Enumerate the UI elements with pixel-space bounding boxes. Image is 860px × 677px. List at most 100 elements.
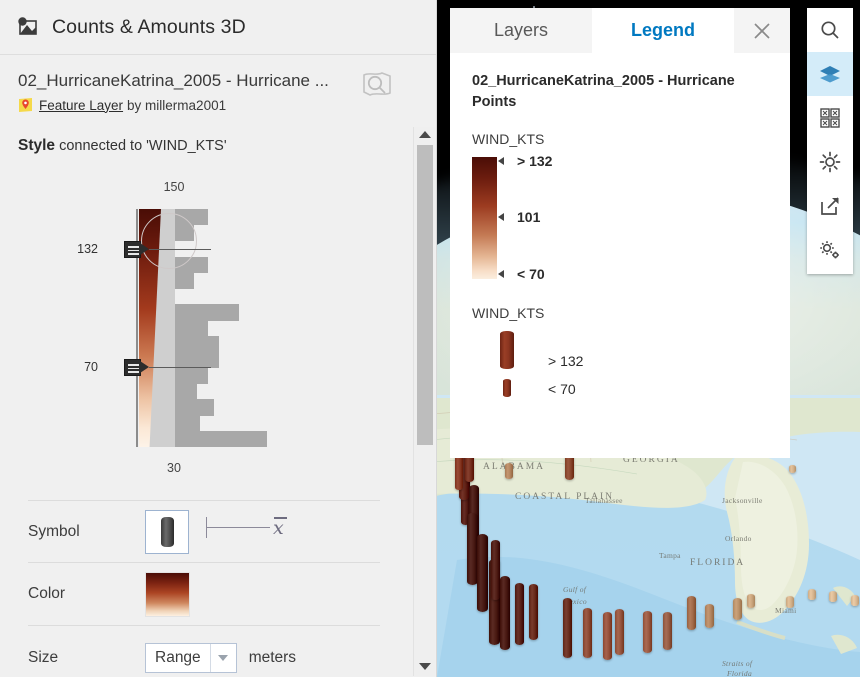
symbol-swatch-button[interactable] <box>145 509 189 554</box>
map-label: Jacksonville <box>722 496 763 505</box>
map-pin-icon <box>18 97 33 113</box>
wedge-circle-guide <box>141 213 197 269</box>
hurricane-point-symbol <box>789 465 796 473</box>
style-property-rows: Symbol Color Size Range meters <box>0 500 410 677</box>
size-units-label: meters <box>248 648 297 666</box>
basemap-tool[interactable] <box>807 96 853 140</box>
hurricane-point-symbol <box>829 591 837 602</box>
legend-color-ramp <box>472 157 497 280</box>
style-panel: Counts & Amounts 3D 02_HurricaneKatrina_… <box>0 0 437 677</box>
slider-handle-lower-leader <box>149 367 211 369</box>
hurricane-point-symbol <box>733 598 742 620</box>
legend-section-size: WIND_KTS > 132 < 70 <box>472 305 770 398</box>
cylinder-icon <box>160 516 174 547</box>
legend-field-name-color: WIND_KTS <box>472 131 545 148</box>
histogram-bar <box>175 320 209 337</box>
legend-stop-low: < 70 <box>517 266 545 283</box>
histogram-min-label: 30 <box>167 461 181 475</box>
share-tool[interactable] <box>807 184 853 228</box>
chevron-down-icon[interactable] <box>209 643 236 672</box>
style-connection-line: Style connected to 'WIND_KTS' <box>0 113 436 155</box>
hurricane-point-symbol <box>687 596 696 630</box>
layer-type-link[interactable]: Feature Layer <box>39 98 123 113</box>
map-label: ALABAMA <box>483 462 546 472</box>
histogram-bar <box>175 415 201 432</box>
slider-handle-lower-grip[interactable] <box>124 359 141 376</box>
legend-section-color: WIND_KTS > 132 101 < 70 <box>472 131 770 283</box>
settings-tool[interactable] <box>807 228 853 272</box>
hurricane-point-symbol <box>747 594 755 608</box>
tab-layers[interactable]: Layers <box>450 8 592 53</box>
histogram-bar <box>175 351 220 369</box>
color-ramp-row: > 132 101 < 70 <box>472 153 770 283</box>
slider-handle-upper-grip[interactable] <box>124 241 141 258</box>
hurricane-point-symbol <box>663 612 672 650</box>
layer-title: 02_HurricaneKatrina_2005 - Hurricane ... <box>18 71 329 90</box>
legend-size-item-small: < 70 <box>472 379 770 398</box>
hurricane-point-symbol <box>500 576 510 650</box>
app-root: ALABAMA GEORGIA COASTAL PLAIN Tallahassee Ja… <box>0 0 860 677</box>
slider-handle-lower-arrow <box>140 361 149 373</box>
histogram-bar <box>175 272 194 289</box>
hurricane-point-symbol <box>786 596 794 608</box>
cylinder-3d-icon <box>500 331 514 370</box>
map-label: Straits of <box>722 659 753 668</box>
search-tool[interactable] <box>807 8 853 52</box>
hurricane-point-symbol <box>615 609 624 655</box>
histogram-bar <box>175 431 267 448</box>
close-icon <box>754 22 770 39</box>
slider-handle-lower-value: 70 <box>84 360 98 374</box>
histogram-bar <box>175 304 240 321</box>
scroll-up-arrow-icon[interactable] <box>419 131 431 138</box>
map-label: Tampa <box>659 551 681 560</box>
histogram-max-label: 150 <box>163 180 185 194</box>
legend-size-symbol-small <box>472 379 542 398</box>
legend-field-name-size: WIND_KTS <box>472 305 545 322</box>
hurricane-point-symbol <box>515 583 524 645</box>
legend-content: 02_HurricaneKatrina_2005 - Hurricane Poi… <box>450 53 790 458</box>
scroll-down-arrow-icon[interactable] <box>419 663 431 670</box>
map-label: Orlando <box>725 534 752 543</box>
page-title: Counts & Amounts 3D <box>52 15 246 38</box>
panel-scrollbar[interactable] <box>413 127 435 676</box>
row-symbol: Symbol <box>28 500 380 563</box>
color-ramp-swatch-button[interactable] <box>145 571 190 617</box>
legend-size-symbol-large <box>472 331 542 370</box>
legend-ramp-labels: > 132 101 < 70 <box>517 153 637 283</box>
hurricane-point-symbol <box>643 611 652 653</box>
row-color: Color <box>28 563 380 626</box>
slider-handle-upper-leader <box>149 249 211 251</box>
daylight-tool[interactable] <box>807 140 853 184</box>
scrollbar-thumb[interactable] <box>417 145 433 445</box>
size-range-value: Range <box>155 648 201 666</box>
cylinder-3d-icon-small <box>503 379 511 398</box>
legend-size-item-large: > 132 <box>472 331 770 370</box>
map-label: Florida <box>727 669 753 677</box>
size-range-select[interactable]: Range <box>145 642 237 673</box>
map-label: Miami <box>775 606 797 615</box>
close-panel-button[interactable] <box>734 8 790 53</box>
histogram-slider[interactable]: 150 30 132 70 x <box>0 165 436 539</box>
scene-toolbar <box>807 8 853 274</box>
zoom-to-layer-icon[interactable] <box>360 67 394 101</box>
size-label: Size <box>28 648 59 666</box>
style-label: Style <box>18 137 56 154</box>
hurricane-point-symbol <box>705 604 714 628</box>
histogram-bar <box>175 335 220 353</box>
hurricane-point-symbol <box>529 584 538 640</box>
histogram-bar <box>175 383 198 400</box>
hurricane-point-symbol <box>808 589 816 600</box>
slider-handle-upper-arrow <box>140 243 149 255</box>
legend-tabbar: Layers Legend <box>450 8 790 53</box>
layers-tool[interactable] <box>807 52 853 96</box>
layer-owner: by millerma2001 <box>127 97 227 113</box>
hurricane-point-symbol <box>505 463 513 479</box>
tab-legend[interactable]: Legend <box>592 8 734 53</box>
daylight-icon <box>819 151 841 173</box>
legend-size-label-small: < 70 <box>548 381 576 398</box>
legend-stop-high: > 132 <box>517 153 553 170</box>
hurricane-point-symbol <box>603 612 612 660</box>
symbol-label: Symbol <box>28 522 80 540</box>
histogram-bar <box>175 367 209 385</box>
slider-handle-upper-value: 132 <box>77 242 98 256</box>
